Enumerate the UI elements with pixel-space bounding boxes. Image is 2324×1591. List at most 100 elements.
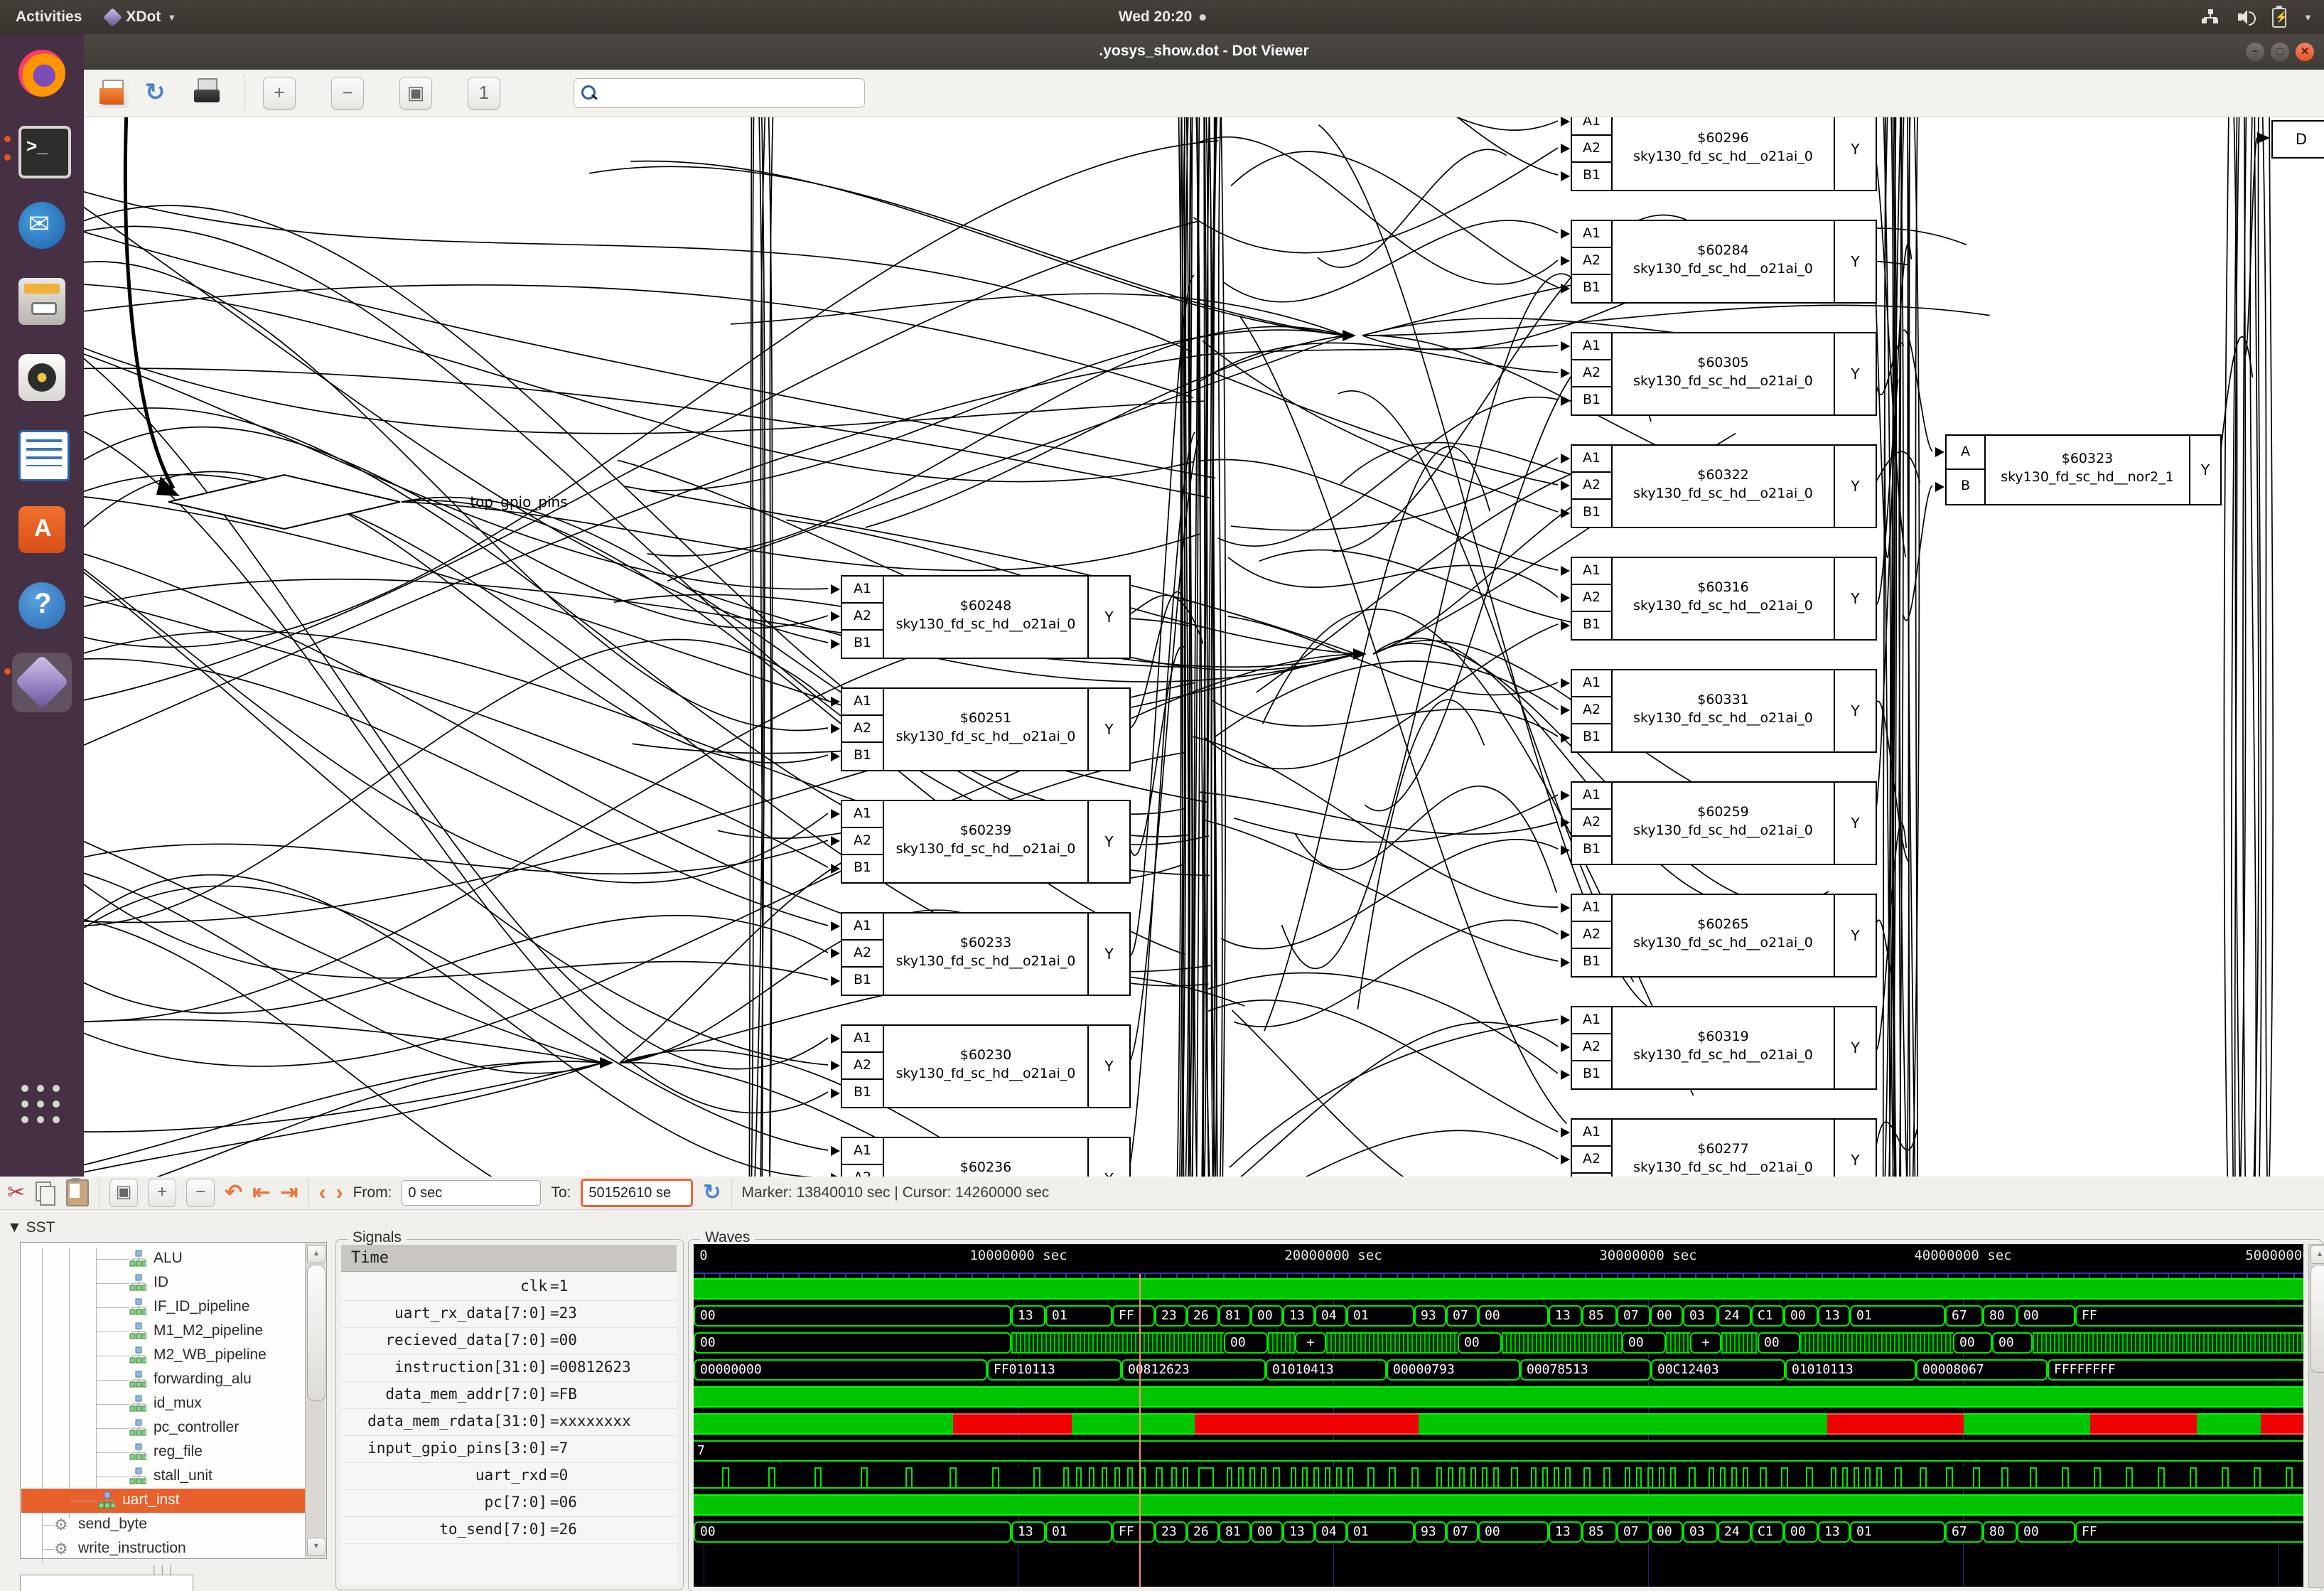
- zoom-out-button[interactable]: −: [186, 1179, 215, 1207]
- signal-row-pc[7:0][interactable]: pc[7:0]=06: [341, 1489, 677, 1517]
- node-$60230[interactable]: A1A2B1$60230sky130_fd_sc_hd__o21ai_0Y: [841, 1024, 1131, 1108]
- search-input[interactable]: [574, 78, 865, 108]
- minimize-button[interactable]: −: [2246, 43, 2264, 61]
- dock-item-files[interactable]: [0, 271, 84, 339]
- node-$60248[interactable]: A1A2B1$60248sky130_fd_sc_hd__o21ai_0Y: [841, 575, 1131, 659]
- sst-item-M1_M2_pipeline[interactable]: M1_M2_pipeline: [21, 1319, 306, 1344]
- dock-item-firefox[interactable]: [0, 43, 84, 111]
- zoom-fit-button[interactable]: ▣: [109, 1179, 138, 1207]
- signal-row-uart_rx_data[7:0][interactable]: uart_rx_data[7:0]=23: [341, 1300, 677, 1328]
- sst-item-send_byte[interactable]: ⚙send_byte: [21, 1513, 306, 1537]
- zoom-100-button[interactable]: 1: [468, 77, 500, 109]
- node-$60331[interactable]: A1A2B1$60331sky130_fd_sc_hd__o21ai_0Y: [1571, 669, 1877, 753]
- scroll-up-icon[interactable]: ▲: [2310, 1246, 2324, 1264]
- node-$60296[interactable]: A1A2B1$60296sky130_fd_sc_hd__o21ai_0Y: [1571, 117, 1877, 191]
- wave-row-instruction[interactable]: 00000000FF010113008126230101041300000793…: [694, 1359, 2303, 1381]
- discard-right-icon[interactable]: ⇥: [280, 1181, 298, 1205]
- wave-row-data_mem_addr[interactable]: [694, 1386, 2303, 1408]
- sst-item-stall_unit[interactable]: stall_unit: [21, 1464, 306, 1489]
- app-menu[interactable]: XDot ▼: [106, 9, 176, 26]
- copy-icon[interactable]: [35, 1181, 56, 1205]
- node-$60322[interactable]: A1A2B1$60322sky130_fd_sc_hd__o21ai_0Y: [1571, 444, 1877, 528]
- signal-row-data_mem_rdata[31:0][interactable]: data_mem_rdata[31:0]=xxxxxxxx: [341, 1408, 677, 1436]
- sst-item-pc_controller[interactable]: pc_controller: [21, 1416, 306, 1440]
- sst-item-ALU[interactable]: ALU: [21, 1247, 306, 1271]
- wave-row-recieved_data[interactable]: 0000+0000+000000: [694, 1332, 2303, 1354]
- node-$60239[interactable]: A1A2B1$60239sky130_fd_sc_hd__o21ai_0Y: [841, 800, 1131, 884]
- node-$60259[interactable]: A1A2B1$60259sky130_fd_sc_hd__o21ai_0Y: [1571, 781, 1877, 865]
- node-$60319[interactable]: A1A2B1$60319sky130_fd_sc_hd__o21ai_0Y: [1571, 1006, 1877, 1090]
- system-tray[interactable]: ▼: [2201, 0, 2313, 34]
- open-file-button[interactable]: [99, 77, 129, 108]
- sst-item-ID[interactable]: ID: [21, 1271, 306, 1295]
- node-$60277[interactable]: A1A2B1$60277sky130_fd_sc_hd__o21ai_0Y: [1571, 1118, 1877, 1177]
- sst-item-write_instruction[interactable]: ⚙write_instruction: [21, 1537, 306, 1561]
- dock-item-writer[interactable]: [0, 423, 84, 491]
- node-$60265[interactable]: A1A2B1$60265sky130_fd_sc_hd__o21ai_0Y: [1571, 894, 1877, 977]
- sst-item-IF_ID_pipeline[interactable]: IF_ID_pipeline: [21, 1295, 306, 1319]
- dock-item-software[interactable]: [0, 499, 84, 567]
- graph-canvas[interactable]: A1A2B1$60248sky130_fd_sc_hd__o21ai_0Y A1A…: [84, 117, 2324, 1177]
- sst-item-id_mux[interactable]: id_mux: [21, 1392, 306, 1416]
- signal-row-data_mem_addr[7:0][interactable]: data_mem_addr[7:0]=FB: [341, 1381, 677, 1409]
- dock-item-thunderbird[interactable]: [0, 195, 84, 263]
- wave-row-pc[interactable]: [694, 1494, 2303, 1516]
- wave-row-uart_rx_data[interactable]: 001301FF23268100130401930700138507000324…: [694, 1305, 2303, 1327]
- marker-line[interactable]: [1139, 1274, 1141, 1587]
- wave-vertical-scrollbar[interactable]: ▲: [2308, 1244, 2324, 1588]
- shift-right-icon[interactable]: ›: [336, 1181, 343, 1205]
- node-$60236[interactable]: A1A2B1$60236sky130_fd_sc_hd__o21ai_0Y: [841, 1137, 1131, 1177]
- node-$60233[interactable]: A1A2B1$60233sky130_fd_sc_hd__o21ai_0Y: [841, 912, 1131, 996]
- activities-button[interactable]: Activities: [16, 9, 82, 26]
- pane-splitter-handle[interactable]: | | |: [153, 1563, 181, 1569]
- node-top_gpio_pins[interactable]: top_gpio_pins: [167, 473, 402, 530]
- time-header[interactable]: Time: [341, 1245, 677, 1272]
- fetch-left-icon[interactable]: ↶: [225, 1181, 242, 1205]
- show-applications-icon[interactable]: [21, 1085, 63, 1126]
- signal-row-to_send[7:0][interactable]: to_send[7:0]=26: [341, 1516, 677, 1544]
- scroll-up-icon[interactable]: ▲: [307, 1245, 326, 1263]
- zoom-fit-button[interactable]: ▣: [399, 77, 432, 109]
- node-$60284[interactable]: A1A2B1$60284sky130_fd_sc_hd__o21ai_0Y: [1571, 220, 1877, 304]
- maximize-button[interactable]: □: [2271, 43, 2289, 61]
- signal-row-input_gpio_pins[3:0][interactable]: input_gpio_pins[3:0]=7: [341, 1435, 677, 1463]
- node-$60323[interactable]: AB$60323sky130_fd_sc_hd__nor2_1Y: [1945, 434, 2222, 505]
- node-$60316[interactable]: A1A2B1$60316sky130_fd_sc_hd__o21ai_0Y: [1571, 557, 1877, 641]
- to-input[interactable]: [581, 1179, 693, 1207]
- sst-item-M2_WB_pipeline[interactable]: M2_WB_pipeline: [21, 1344, 306, 1368]
- dock-item-xdot[interactable]: [0, 651, 84, 719]
- sst-filter-input[interactable]: [20, 1575, 193, 1591]
- dock-item-terminal[interactable]: [0, 119, 84, 187]
- signal-row-uart_rxd[interactable]: uart_rxd=0: [341, 1462, 677, 1490]
- wave-row-to_send[interactable]: 001301FF23268100130401930700138507000324…: [694, 1521, 2303, 1543]
- sst-tree[interactable]: ALUIDIF_ID_pipelineM1_M2_pipelineM2_WB_p…: [20, 1242, 327, 1559]
- scroll-down-icon[interactable]: ▼: [307, 1538, 326, 1556]
- wave-row-data_mem_rdata[interactable]: [694, 1413, 2303, 1435]
- signal-row-clk[interactable]: clk=1: [341, 1273, 677, 1301]
- dock-item-help[interactable]: [0, 575, 84, 643]
- signal-row-recieved_data[7:0][interactable]: recieved_data[7:0]=00: [341, 1327, 677, 1355]
- scroll-thumb[interactable]: [2310, 1265, 2324, 1373]
- zoom-out-button[interactable]: −: [331, 77, 364, 109]
- title-bar[interactable]: .yosys_show.dot - Dot Viewer − □ ✕: [84, 34, 2324, 70]
- wave-area[interactable]: 010000000 sec20000000 sec30000000 sec400…: [694, 1244, 2303, 1587]
- zoom-in-button[interactable]: +: [263, 77, 296, 109]
- sst-header[interactable]: ▼ SST: [7, 1219, 55, 1236]
- sst-item-uart_inst[interactable]: uart_inst: [21, 1489, 306, 1513]
- wave-row-uart_rxd[interactable]: [694, 1467, 2303, 1489]
- node-$60251[interactable]: A1A2B1$60251sky130_fd_sc_hd__o21ai_0Y: [841, 687, 1131, 771]
- clock[interactable]: Wed 20:20: [1119, 0, 1206, 34]
- signal-row-instruction[31:0][interactable]: instruction[31:0]=00812623: [341, 1354, 677, 1382]
- reload-button[interactable]: ↻: [145, 77, 166, 108]
- from-input[interactable]: [402, 1180, 541, 1206]
- signals-list[interactable]: Time clk=1uart_rx_data[7:0]=23recieved_d…: [341, 1245, 677, 1585]
- sst-item-forwarding_alu[interactable]: forwarding_alu: [21, 1368, 306, 1392]
- paste-icon[interactable]: [66, 1179, 89, 1206]
- scroll-thumb[interactable]: [307, 1265, 326, 1401]
- sst-item-reg_file[interactable]: reg_file: [21, 1440, 306, 1464]
- print-button[interactable]: [192, 77, 222, 108]
- reload-icon[interactable]: ↻: [703, 1181, 721, 1205]
- zoom-in-button[interactable]: +: [148, 1179, 176, 1207]
- sst-scrollbar[interactable]: ▲▼: [305, 1243, 326, 1558]
- wave-row-input_gpio_pins[interactable]: 7: [694, 1440, 2303, 1462]
